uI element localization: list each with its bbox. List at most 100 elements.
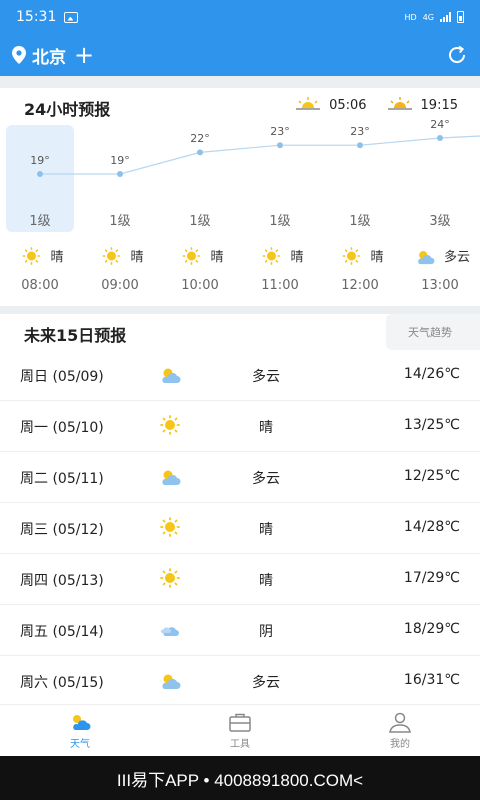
nav-weather[interactable]: 天气 [0,705,160,756]
temperature-curve [37,135,480,177]
hour-time[interactable]: 11:00 [261,278,298,293]
day-condition: 晴 [259,522,273,538]
section-divider [0,306,480,314]
day-condition: 多云 [252,675,280,691]
hd-indicator: HD [404,12,417,22]
hour-time[interactable]: 08:00 [21,278,58,293]
day-temperature: 13/25℃ [403,417,460,433]
hour-condition-label: 晴 [210,250,224,265]
hourly-forecast-section: 24小时预报 05:06 19:15 19° 1级晴 08:00 19° 1级晴 09:0… [0,88,480,306]
day-label: 周二 (05/11) [20,471,104,487]
sun-icon [160,415,180,435]
hour-time[interactable]: 10:00 [181,278,218,293]
bottom-navigation: 天气 工具 我的 [0,704,480,756]
hour-wind: 1级 [189,214,211,229]
status-time: 15:31 [16,9,57,25]
hour-condition: 晴 [100,246,144,265]
sunrise-time: 05:06 [329,97,367,113]
nav-toolbox[interactable]: 工具 [160,705,320,756]
nav-label: 天气 [70,739,90,750]
day-condition: 阴 [259,624,273,640]
day-temperature: 16/31℃ [403,672,460,688]
temperature-line [40,135,480,175]
day-temperature: 14/28℃ [403,519,460,535]
day-condition: 多云 [252,471,280,487]
hour-condition-label: 多云 [443,250,471,265]
hour-time[interactable]: 09:00 [101,278,138,293]
day-temperature: 12/25℃ [403,468,460,484]
day-condition: 晴 [259,573,273,589]
sunset-time: 19:15 [420,97,458,113]
user-icon [389,712,411,733]
hour-wind: 1级 [29,214,51,229]
temperature-point [277,142,283,149]
daily-title: 未来15日预报 [24,326,127,345]
sunset-icon [386,97,413,114]
watermark-bar: III易下APP • 4008891800.COM< [0,756,480,800]
temperature-point [117,171,123,177]
section-divider [0,76,480,88]
daily-row[interactable]: 周一 (05/10) 晴 13/25℃ [0,401,480,452]
day-temperature: 17/29℃ [403,570,460,586]
hour-condition: 晴 [20,246,64,265]
add-city-button[interactable]: + [74,43,94,67]
daily-row[interactable]: 周二 (05/11) 多云 12/25℃ [0,452,480,503]
hour-wind: 3级 [429,214,451,229]
daily-row[interactable]: 周四 (05/13) 晴 17/29℃ [0,554,480,605]
nav-user[interactable]: 我的 [320,705,480,756]
weather-trend-button[interactable]: 天气趋势 [386,314,480,350]
day-label: 周四 (05/13) [20,573,104,589]
daily-row[interactable]: 周三 (05/12) 晴 14/28℃ [0,503,480,554]
status-bar: 15:31 HD 4G [0,0,480,34]
refresh-icon[interactable] [446,44,468,66]
sunrise-icon [295,97,322,114]
sun-icon [160,517,180,537]
sun-icon [22,246,41,265]
day-temperature: 14/26℃ [403,366,460,382]
nav-label: 工具 [230,739,250,750]
toolbox-icon [229,713,251,732]
hour-temp: 23° [350,125,370,138]
hour-wind: 1级 [349,214,371,229]
hour-condition-label: 晴 [50,250,64,265]
hour-temp: 19° [30,154,50,167]
daily-row[interactable]: 周六 (05/15) 多云 16/31℃ [0,656,480,707]
hour-temp: 23° [270,125,290,138]
hour-condition: 晴 [180,246,224,265]
signal-icon [440,12,451,22]
day-label: 周三 (05/12) [20,522,104,538]
temperature-point [37,171,43,177]
daily-row[interactable]: 周五 (05/14) 阴 18/29℃ [0,605,480,656]
day-label: 周一 (05/10) [20,420,104,436]
nav-label: 我的 [390,739,410,750]
cloudy-icon [162,674,181,689]
day-label: 周六 (05/15) [20,675,104,691]
hour-condition-label: 晴 [370,250,384,265]
location-pin-icon [12,46,26,64]
city-name[interactable]: 北京 [32,43,66,68]
hour-wind: 1级 [269,214,291,229]
image-notification-icon [64,11,79,23]
hour-time[interactable]: 12:00 [341,278,378,293]
cloudy-icon [162,470,181,485]
day-condition: 晴 [259,420,273,436]
sun-icon [102,246,121,265]
temperature-point [357,142,363,149]
temperature-point [437,135,443,141]
day-label: 周五 (05/14) [20,624,104,640]
day-label: 周日 (05/09) [20,369,104,385]
sun-icon [182,246,201,265]
hour-condition-label: 晴 [130,250,144,265]
temperature-point [197,149,203,156]
sun-icon [342,246,361,265]
hour-condition: 晴 [260,246,304,265]
hour-time[interactable]: 13:00 [421,278,458,293]
hour-wind: 1级 [109,214,131,229]
hour-condition-label: 晴 [290,250,304,265]
hour-temp: 24° [430,118,450,131]
sun-times: 05:06 19:15 [295,96,458,114]
hour-condition: 多云 [414,246,470,265]
hour-temp: 19° [110,154,130,167]
hour-temp: 22° [190,132,210,145]
daily-row[interactable]: 周日 (05/09) 多云 14/26℃ [0,350,480,401]
